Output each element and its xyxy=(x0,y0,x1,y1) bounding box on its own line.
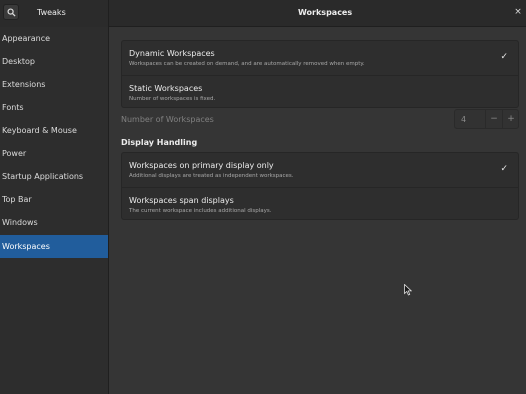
close-button[interactable]: × xyxy=(512,6,524,18)
search-icon xyxy=(6,7,16,17)
app-title: Tweaks xyxy=(37,8,66,17)
sidebar-item-power[interactable]: Power xyxy=(0,142,108,165)
sidebar-item-label: Power xyxy=(2,149,27,158)
header-bar: Tweaks Workspaces × xyxy=(0,0,526,27)
span-displays-subtitle: The current workspace includes additiona… xyxy=(129,208,272,214)
search-button[interactable] xyxy=(3,4,19,20)
sidebar-item-label: Extensions xyxy=(2,80,46,89)
sidebar-item-top-bar[interactable]: Top Bar xyxy=(0,188,108,211)
tweaks-window: Tweaks Workspaces × Appearance Desktop E… xyxy=(0,0,526,394)
span-displays-title: Workspaces span displays xyxy=(129,196,234,205)
workspaces-spinbutton[interactable]: 4 − + xyxy=(454,109,519,129)
primary-display-only-title: Workspaces on primary display only xyxy=(129,161,274,170)
static-workspaces-title: Static Workspaces xyxy=(129,84,203,93)
mouse-pointer-icon xyxy=(404,284,412,296)
sidebar-item-extensions[interactable]: Extensions xyxy=(0,73,108,96)
main-content: Dynamic Workspaces Workspaces can be cre… xyxy=(110,27,526,394)
sidebar-item-desktop[interactable]: Desktop xyxy=(0,50,108,73)
sidebar: Appearance Desktop Extensions Fonts Keyb… xyxy=(0,27,109,394)
sidebar-item-label: Keyboard & Mouse xyxy=(2,126,77,135)
display-handling-heading: Display Handling xyxy=(121,138,198,147)
page-title: Workspaces xyxy=(298,8,353,17)
sidebar-item-label: Windows xyxy=(2,218,38,227)
dynamic-workspaces-title: Dynamic Workspaces xyxy=(129,49,215,58)
workspaces-count-value[interactable]: 4 xyxy=(461,115,466,124)
sidebar-item-label: Appearance xyxy=(2,34,51,43)
static-workspaces-subtitle: Number of workspaces is fixed. xyxy=(129,96,216,102)
sidebar-item-label: Workspaces xyxy=(2,242,50,251)
sidebar-item-appearance[interactable]: Appearance xyxy=(0,27,108,50)
sidebar-item-label: Top Bar xyxy=(2,195,32,204)
number-of-workspaces-label: Number of Workspaces xyxy=(121,115,214,124)
dynamic-workspaces-subtitle: Workspaces can be created on demand, and… xyxy=(129,61,365,67)
decrement-button[interactable]: − xyxy=(485,110,502,128)
minus-icon: − xyxy=(490,114,498,124)
sidebar-item-startup-applications[interactable]: Startup Applications xyxy=(0,165,108,188)
plus-icon: + xyxy=(507,114,515,124)
sidebar-item-label: Fonts xyxy=(2,103,24,112)
sidebar-item-fonts[interactable]: Fonts xyxy=(0,96,108,119)
checkmark-icon: ✓ xyxy=(500,164,508,174)
increment-button[interactable]: + xyxy=(502,110,519,128)
close-icon: × xyxy=(514,7,522,17)
primary-display-only-subtitle: Additional displays are treated as indep… xyxy=(129,173,294,179)
sidebar-item-label: Desktop xyxy=(2,57,35,66)
primary-display-only-row[interactable]: Workspaces on primary display only Addit… xyxy=(122,153,518,187)
display-handling-group: Workspaces on primary display only Addit… xyxy=(121,152,519,220)
static-workspaces-row[interactable]: Static Workspaces Number of workspaces i… xyxy=(122,75,518,109)
sidebar-item-windows[interactable]: Windows xyxy=(0,211,108,234)
sidebar-item-label: Startup Applications xyxy=(2,172,84,181)
sidebar-item-keyboard-mouse[interactable]: Keyboard & Mouse xyxy=(0,119,108,142)
sidebar-item-workspaces[interactable]: Workspaces xyxy=(0,235,108,258)
checkmark-icon: ✓ xyxy=(500,52,508,62)
dynamic-workspaces-row[interactable]: Dynamic Workspaces Workspaces can be cre… xyxy=(122,41,518,75)
header-left: Tweaks xyxy=(0,0,109,27)
span-displays-row[interactable]: Workspaces span displays The current wor… xyxy=(122,187,518,221)
workspace-mode-group: Dynamic Workspaces Workspaces can be cre… xyxy=(121,40,519,108)
